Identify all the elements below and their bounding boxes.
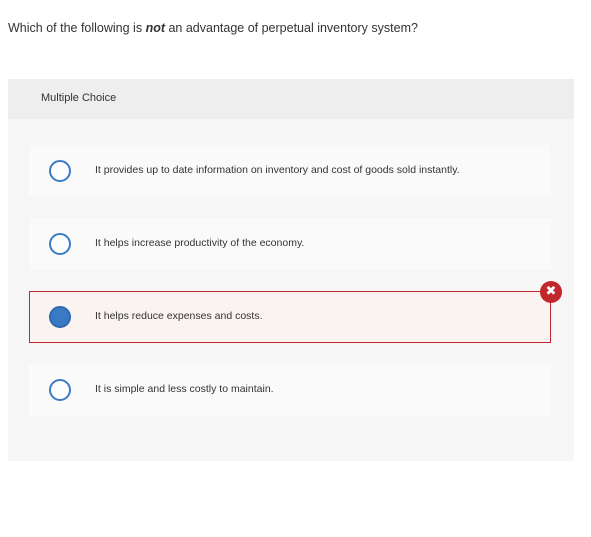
answer-option-text: It helps reduce expenses and costs.: [95, 310, 263, 322]
answer-option-3[interactable]: It helps reduce expenses and costs. ✖: [29, 281, 562, 343]
answer-option-1[interactable]: It provides up to date information on in…: [29, 145, 551, 197]
multiple-choice-header: Multiple Choice: [8, 79, 574, 119]
answer-option-text: It provides up to date information on in…: [95, 164, 460, 176]
question-emphasis: not: [145, 21, 165, 35]
answer-option-text: It is simple and less costly to maintain…: [95, 383, 274, 395]
radio-button[interactable]: [49, 160, 71, 182]
radio-button-selected[interactable]: [49, 306, 71, 328]
radio-button[interactable]: [49, 379, 71, 401]
answer-option-2[interactable]: It helps increase productivity of the ec…: [29, 218, 551, 270]
question-suffix: an advantage of perpetual inventory syst…: [165, 21, 418, 35]
radio-button[interactable]: [49, 233, 71, 255]
x-icon: ✖: [540, 281, 562, 303]
answer-option-text: It helps increase productivity of the ec…: [95, 237, 305, 249]
multiple-choice-panel: Multiple Choice It provides up to date i…: [8, 79, 574, 461]
question-prefix: Which of the following is: [8, 21, 146, 35]
answer-option-4[interactable]: It is simple and less costly to maintain…: [29, 364, 551, 416]
question-text: Which of the following is not an advanta…: [8, 21, 418, 35]
multiple-choice-label: Multiple Choice: [41, 92, 117, 104]
